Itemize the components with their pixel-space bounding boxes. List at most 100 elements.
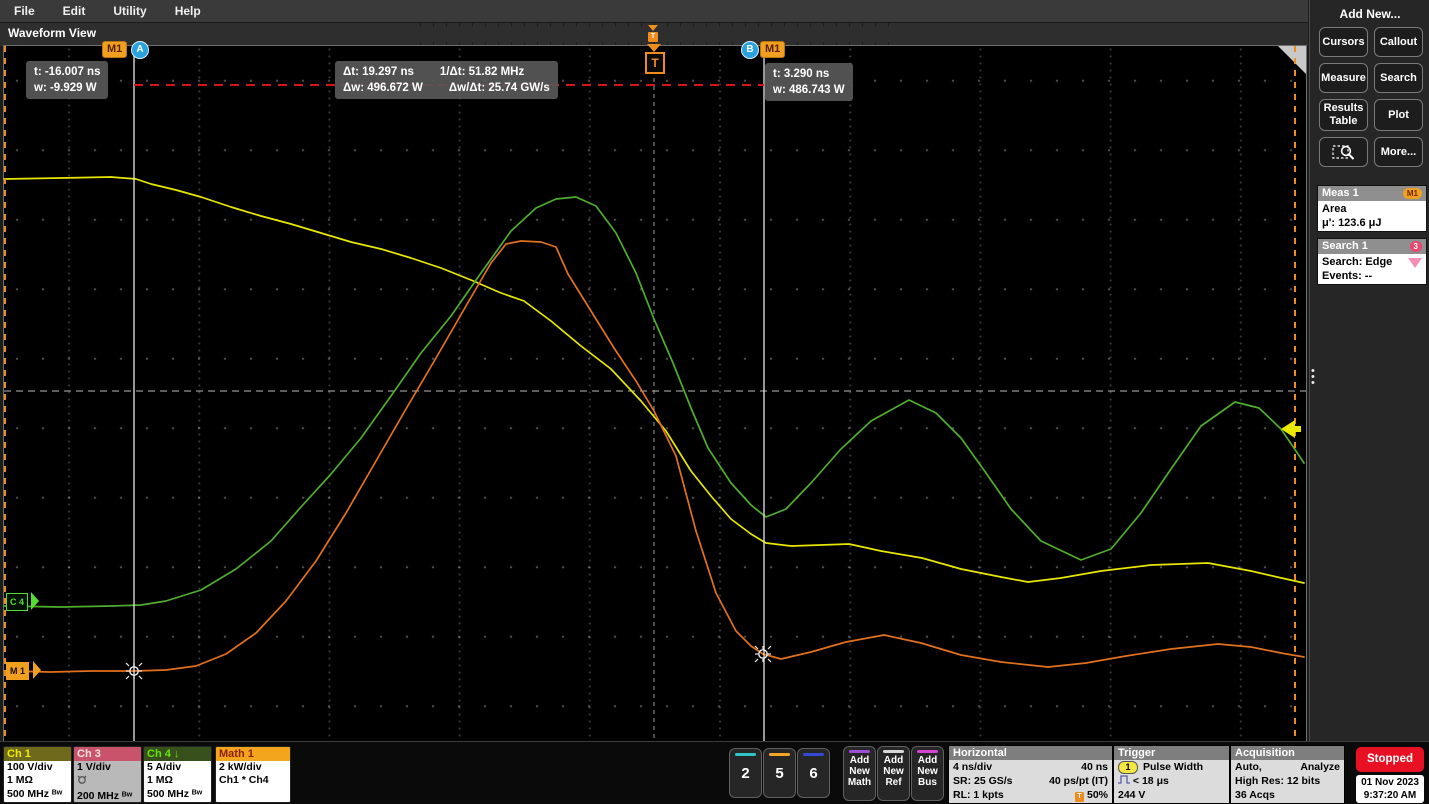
ch1-bandwidth: 500 MHz ᴮʷ	[7, 788, 68, 801]
channel-2-button[interactable]: 2	[729, 748, 762, 798]
meas-1-title: Meas 1	[1322, 186, 1359, 201]
trigger-title: Trigger	[1114, 746, 1229, 760]
cursor-b-m1-badge[interactable]: M1	[760, 41, 785, 58]
trigger-position-arrow-icon[interactable]	[647, 44, 661, 52]
date-label: 01 Nov 2023	[1356, 776, 1424, 789]
cursor-a-value: w: -9.929 W	[34, 80, 100, 96]
channel-6-button[interactable]: 6	[797, 748, 830, 798]
acquisition-analyze: Analyze	[1300, 760, 1340, 774]
search-1-panel[interactable]: Search 1 3 Search: Edge Events: --	[1317, 238, 1427, 285]
trigger-level: 244 V	[1118, 788, 1225, 802]
ch4-impedance: 1 MΩ	[147, 774, 208, 787]
add-new-search-button[interactable]: Search	[1374, 63, 1423, 93]
cursor-b-time: t: 3.290 ns	[773, 66, 845, 82]
waveform-plot[interactable]: T M1 A B M1 t: -16.007 ns w: -9.929 W Δt…	[3, 45, 1307, 742]
math1-scale: 2 kW/div	[219, 761, 287, 774]
probe-icon	[77, 774, 138, 789]
corner-peel-handle[interactable]	[1278, 46, 1306, 74]
meas-1-type: Area	[1322, 202, 1422, 216]
sample-rate: SR: 25 GS/s	[953, 774, 1013, 788]
delta-t: Δt: 19.297 ns	[343, 64, 414, 80]
channel-badge-ch3[interactable]: Ch 3 1 V/div 200 MHz ᴮʷ	[73, 746, 142, 803]
cursor-a-badge[interactable]: A	[131, 41, 149, 59]
channel-badge-math1[interactable]: Math 1 2 kW/div Ch1 * Ch4	[215, 746, 291, 803]
acquisition-panel[interactable]: Acquisition Auto,Analyze High Res: 12 bi…	[1230, 745, 1345, 804]
add-new-bus-button[interactable]: Add New Bus	[911, 746, 944, 801]
menu-item-file[interactable]: File	[0, 4, 49, 18]
math1-label: Math 1	[219, 748, 254, 760]
waveform-canvas	[4, 46, 1306, 741]
cursor-b-readout[interactable]: t: 3.290 ns w: 486.743 W	[765, 63, 853, 101]
minimap-trigger-flag[interactable]: T	[648, 32, 658, 42]
trigger-condition: < 18 μs	[1133, 775, 1169, 787]
source-color-stripe	[883, 750, 904, 753]
ch3-label: Ch 3	[77, 748, 101, 760]
zoom-select-icon[interactable]	[1319, 137, 1368, 167]
trigger-panel[interactable]: Trigger 1Pulse Width < 18 μs 244 V	[1113, 745, 1230, 804]
add-new-cursors-button[interactable]: Cursors	[1319, 27, 1368, 57]
record-right-edge	[1294, 46, 1296, 741]
search-1-count-badge: 3	[1410, 241, 1422, 252]
ch4-zero-marker-arrow-icon	[31, 592, 39, 610]
cursor-a-time: t: -16.007 ns	[34, 64, 100, 80]
trigger-position-flag[interactable]: T	[645, 52, 665, 74]
horizontal-panel[interactable]: Horizontal 4 ns/div 40 ns SR: 25 GS/s 40 p…	[948, 745, 1113, 804]
source-color-stripe	[917, 750, 938, 753]
inverse-delta-t: 1/Δt: 51.82 MHz	[440, 64, 524, 80]
ch4-zero-marker[interactable]: C 4	[6, 593, 28, 611]
sidebar-drag-handle[interactable]: •••	[1311, 368, 1315, 386]
channel-color-stripe	[769, 753, 790, 756]
math1-zero-marker[interactable]: M 1	[6, 662, 29, 680]
oscilloscope-screen: FileEditUtilityHelp Waveform View T T M1…	[0, 0, 1429, 804]
add-new-ref-button[interactable]: Add New Ref	[877, 746, 910, 801]
delta-w-per-t: Δw/Δt: 25.74 GW/s	[449, 80, 550, 96]
cursor-a-readout[interactable]: t: -16.007 ns w: -9.929 W	[26, 61, 108, 99]
pulse-width-icon	[1118, 775, 1130, 787]
time-label: 9:37:20 AM	[1356, 789, 1424, 802]
channel-badge-ch1[interactable]: Ch 1 100 V/div 1 MΩ 500 MHz ᴮʷ	[3, 746, 72, 803]
run-stop-status[interactable]: Stopped	[1356, 747, 1424, 772]
add-new-callout-button[interactable]: Callout	[1374, 27, 1423, 57]
add-new-heading: Add New...	[1310, 7, 1429, 21]
ch1-impedance: 1 MΩ	[7, 774, 68, 787]
add-new-plot-button[interactable]: Plot	[1374, 99, 1423, 131]
menu-item-utility[interactable]: Utility	[99, 4, 160, 18]
horizontal-title: Horizontal	[949, 746, 1112, 760]
channel-color-stripe	[735, 753, 756, 756]
delta-w: Δw: 496.672 W	[343, 80, 423, 96]
cursor-b-value: w: 486.743 W	[773, 82, 845, 98]
math1-expression: Ch1 * Ch4	[219, 774, 287, 787]
settings-bar: Ch 1 100 V/div 1 MΩ 500 MHz ᴮʷ Ch 3 1 V/…	[0, 741, 1429, 804]
record-length: RL: 1 kpts	[953, 788, 1004, 802]
add-new-more--button[interactable]: More...	[1374, 137, 1423, 167]
trace-ch1[interactable]	[4, 177, 1304, 583]
source-color-stripe	[849, 750, 870, 753]
meas-1-source-badge: M1	[1403, 188, 1422, 199]
ch4-trigger-arrow-icon: ↓	[174, 748, 180, 760]
meas-1-panel[interactable]: Meas 1 M1 Area μ': 123.6 μJ	[1317, 185, 1427, 232]
menu-bar: FileEditUtilityHelp	[0, 0, 1308, 22]
horizontal-window: 40 ns	[1081, 760, 1108, 774]
add-new-button-grid: CursorsCalloutMeasureSearchResults Table…	[1319, 27, 1423, 167]
tab-waveform-view[interactable]: Waveform View	[8, 26, 96, 40]
cursor-a-m1-badge[interactable]: M1	[102, 41, 127, 58]
menu-item-help[interactable]: Help	[161, 4, 215, 18]
add-new-math-button[interactable]: Add New Math	[843, 746, 876, 801]
sample-interval: 40 ps/pt (IT)	[1049, 774, 1108, 788]
trigger-position-icon: T	[1075, 792, 1084, 802]
channel-5-button[interactable]: 5	[763, 748, 796, 798]
ch1-label: Ch 1	[7, 748, 31, 760]
channel-badge-ch4[interactable]: Ch 4 ↓ 5 A/div 1 MΩ 500 MHz ᴮʷ	[143, 746, 212, 803]
channel-color-stripe	[803, 753, 824, 756]
add-new-measure-button[interactable]: Measure	[1319, 63, 1368, 93]
horizontal-scale: 4 ns/div	[953, 760, 992, 774]
cursor-delta-readout[interactable]: Δt: 19.297 ns 1/Δt: 51.82 MHz Δw: 496.67…	[335, 61, 558, 99]
trigger-level-arrow-icon[interactable]	[1281, 420, 1295, 438]
menu-item-edit[interactable]: Edit	[49, 4, 100, 18]
cursor-b-badge[interactable]: B	[741, 41, 759, 59]
record-left-edge	[4, 46, 6, 741]
add-new-results-table-button[interactable]: Results Table	[1319, 99, 1368, 131]
math1-zero-marker-arrow-icon	[33, 661, 41, 679]
acquisition-resolution: High Res: 12 bits	[1235, 774, 1340, 788]
minimap-trigger-arrow-icon[interactable]	[648, 25, 658, 31]
